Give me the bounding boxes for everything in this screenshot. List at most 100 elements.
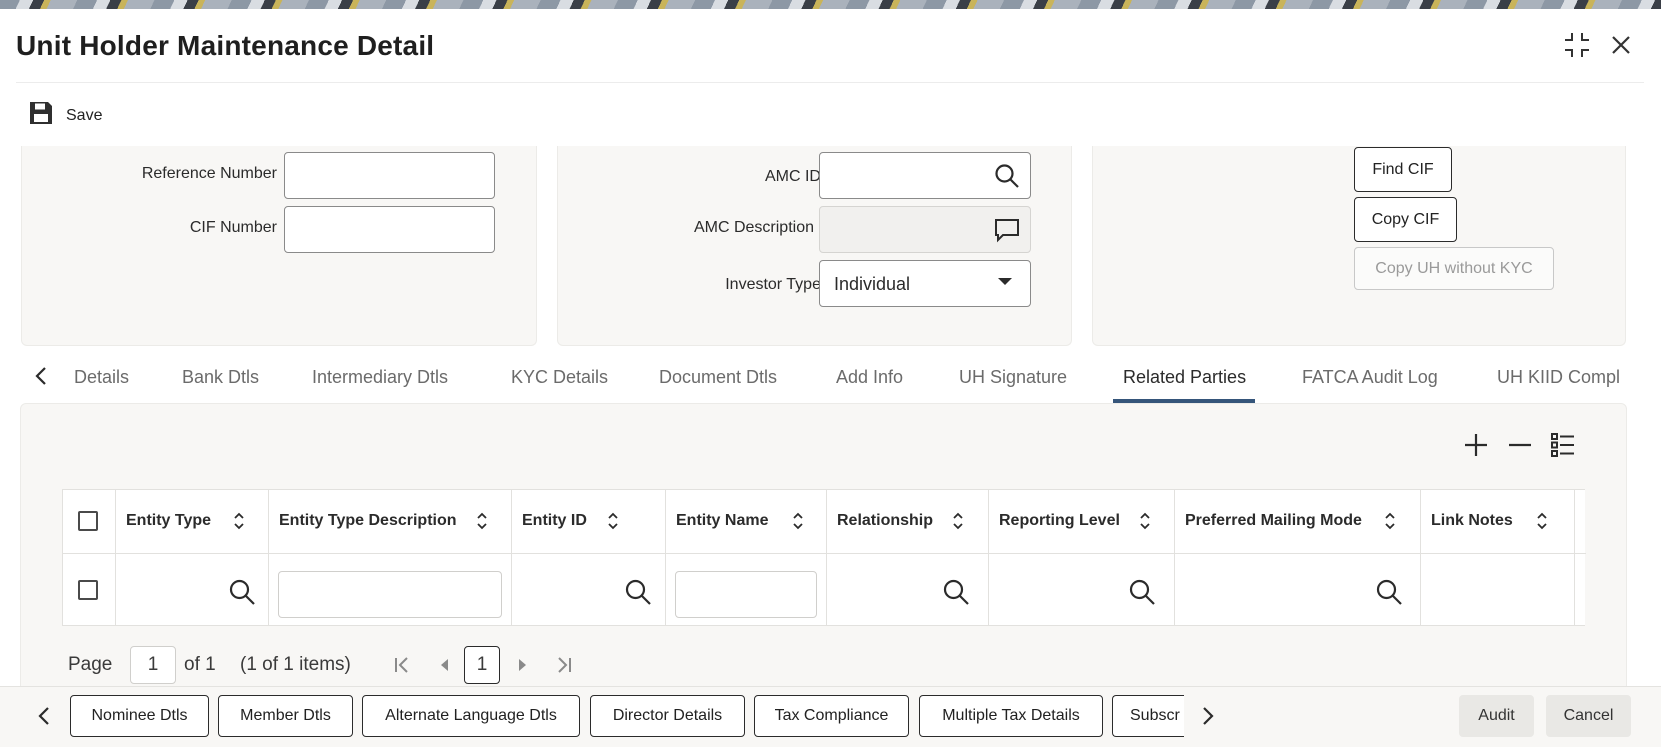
alternate-language-dtls-button[interactable]: Alternate Language Dtls (362, 695, 580, 737)
nominee-dtls-button[interactable]: Nominee Dtls (70, 695, 209, 737)
tax-compliance-button[interactable]: Tax Compliance (754, 695, 909, 737)
delete-row-icon[interactable] (1505, 430, 1535, 460)
sort-icon[interactable] (475, 510, 489, 532)
first-page-icon[interactable] (392, 655, 412, 675)
link-notes-cell (1421, 554, 1575, 626)
page-number-input[interactable]: 1 (130, 646, 176, 684)
amc-panel: AMC ID* AMC Description Investor Type* I… (557, 146, 1072, 346)
tab-intermediary-dtls[interactable]: Intermediary Dtls (312, 367, 448, 388)
column-header-relationship[interactable]: Relationship (827, 490, 989, 554)
investor-type-select[interactable]: Individual (819, 260, 1031, 307)
sort-icon[interactable] (791, 510, 805, 532)
reference-number-label: Reference Number (141, 165, 277, 182)
entity-id-cell (512, 554, 666, 626)
search-icon[interactable] (624, 578, 652, 606)
investor-type-value: Individual (834, 274, 911, 294)
column-header-entity-type-description[interactable]: Entity Type Description (269, 490, 512, 554)
audit-button[interactable]: Audit (1459, 695, 1534, 737)
sort-icon[interactable] (1535, 510, 1549, 532)
column-header-entity-id[interactable]: Entity ID (512, 490, 666, 554)
chevron-right-icon[interactable] (1197, 703, 1219, 729)
search-icon[interactable] (994, 163, 1020, 189)
save-button[interactable]: Save (28, 100, 102, 131)
tab-add-info[interactable]: Add Info (836, 367, 903, 388)
find-cif-button[interactable]: Find CIF (1354, 147, 1452, 192)
search-icon[interactable] (942, 578, 970, 606)
entity-name-cell (666, 554, 827, 626)
sort-icon[interactable] (1383, 510, 1397, 532)
amc-id-label: AMC ID* (764, 165, 834, 185)
previous-page-icon[interactable] (435, 655, 455, 675)
select-all-checkbox[interactable] (78, 511, 98, 531)
reference-number-input[interactable] (284, 152, 495, 199)
column-header-preferred-mailing-mode[interactable]: Preferred Mailing Mode (1175, 490, 1421, 554)
sort-icon[interactable] (606, 510, 620, 532)
amc-description-label: AMC Description (693, 219, 814, 236)
subscr-button[interactable]: Subscr (1112, 695, 1184, 737)
multiple-tax-details-button[interactable]: Multiple Tax Details (919, 695, 1103, 737)
tab-uh-kiid-compl[interactable]: UH KIID Compl (1497, 367, 1620, 388)
comment-icon[interactable] (994, 217, 1020, 243)
add-row-icon[interactable] (1461, 430, 1491, 460)
tab-details[interactable]: Details (74, 367, 129, 388)
table-row-select (63, 554, 116, 626)
column-header-overflow (1575, 490, 1586, 554)
preferred-mailing-mode-cell (1175, 554, 1421, 626)
footer-bar: Nominee Dtls Member Dtls Alternate Langu… (0, 686, 1661, 747)
copy-uh-without-kyc-button[interactable]: Copy UH without KYC (1354, 247, 1554, 290)
column-header-reporting-level[interactable]: Reporting Level (989, 490, 1175, 554)
current-page-button[interactable]: 1 (464, 646, 500, 684)
entity-type-cell (116, 554, 269, 626)
entity-name-input[interactable] (675, 571, 817, 618)
investor-type-label: Investor Type* (725, 273, 834, 293)
relationship-cell (827, 554, 989, 626)
column-header-entity-name[interactable]: Entity Name (666, 490, 827, 554)
sort-icon[interactable] (951, 510, 965, 532)
member-dtls-button[interactable]: Member Dtls (218, 695, 353, 737)
cif-number-input[interactable] (284, 206, 495, 253)
cancel-button[interactable]: Cancel (1546, 695, 1631, 737)
sort-icon[interactable] (232, 510, 246, 532)
page-count-label: of 1 (184, 654, 216, 675)
tab-bar: Details Bank Dtls Intermediary Dtls KYC … (20, 355, 1641, 403)
chevron-left-icon[interactable] (34, 365, 48, 392)
director-details-button[interactable]: Director Details (590, 695, 745, 737)
pagination: Page 1 of 1 (1 of 1 items) 1 (62, 626, 1585, 686)
search-icon[interactable] (1375, 578, 1403, 606)
row-checkbox[interactable] (78, 580, 98, 600)
collapse-icon[interactable] (1562, 30, 1592, 60)
entity-type-description-input[interactable] (278, 571, 502, 618)
tab-bank-dtls[interactable]: Bank Dtls (182, 367, 259, 388)
tab-document-dtls[interactable]: Document Dtls (659, 367, 777, 388)
next-page-icon[interactable] (512, 655, 532, 675)
column-header-link-notes[interactable]: Link Notes (1421, 490, 1575, 554)
cif-actions-panel: Find CIF Copy CIF Copy UH without KYC (1092, 146, 1626, 346)
tab-related-parties[interactable]: Related Parties (1123, 367, 1246, 388)
amc-id-input[interactable] (819, 152, 1031, 199)
page-label: Page (68, 654, 113, 675)
reference-panel: Reference Number CIF Number (21, 146, 537, 346)
tab-kyc-details[interactable]: KYC Details (511, 367, 608, 388)
sort-icon[interactable] (1138, 510, 1152, 532)
cif-number-label: CIF Number (189, 219, 277, 236)
save-icon (28, 100, 54, 131)
related-parties-table: Entity Type Entity Type Description Enti… (62, 489, 1586, 626)
caret-down-icon (994, 275, 1020, 301)
select-all-header (63, 490, 116, 554)
search-icon[interactable] (1128, 578, 1156, 606)
last-page-icon[interactable] (554, 655, 574, 675)
single-view-icon[interactable] (1548, 430, 1578, 460)
entity-type-description-cell (269, 554, 512, 626)
amc-description-input (819, 206, 1031, 253)
close-icon[interactable] (1606, 30, 1636, 60)
header-banner (0, 0, 1661, 9)
copy-cif-button[interactable]: Copy CIF (1354, 197, 1457, 242)
save-label: Save (66, 106, 103, 124)
tab-uh-signature[interactable]: UH Signature (959, 367, 1067, 388)
column-header-entity-type[interactable]: Entity Type (116, 490, 269, 554)
chevron-left-icon[interactable] (33, 703, 55, 729)
reporting-level-cell (989, 554, 1175, 626)
tab-fatca-audit-log[interactable]: FATCA Audit Log (1302, 367, 1438, 388)
search-icon[interactable] (228, 578, 256, 606)
page-title: Unit Holder Maintenance Detail (16, 30, 435, 61)
